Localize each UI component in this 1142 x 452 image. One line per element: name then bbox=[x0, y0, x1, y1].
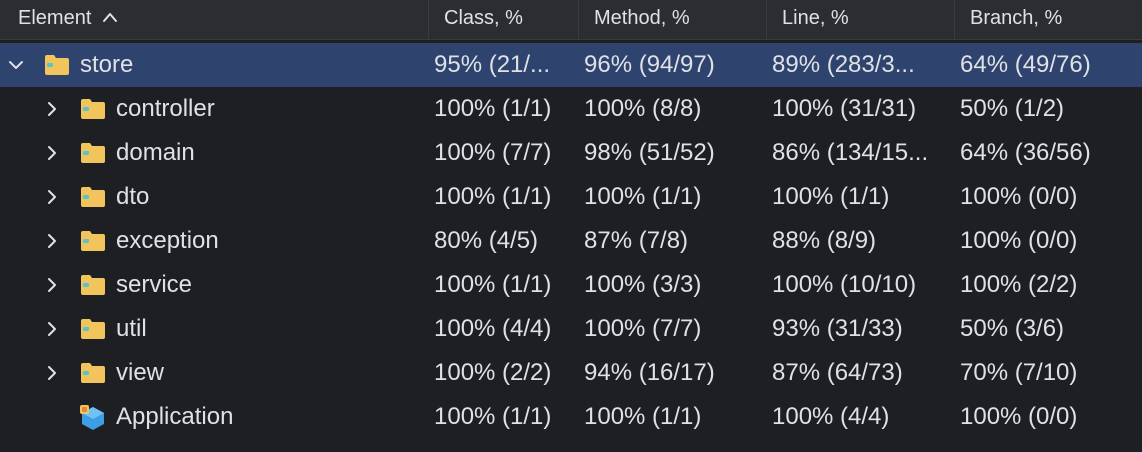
coverage-table: Element Class, % Method, % Line, % Branc… bbox=[0, 0, 1142, 452]
table-row[interactable]: view 100% (2/2) 94% (16/17) 87% (64/73) … bbox=[0, 351, 1142, 395]
line-coverage: 100% (1/1) bbox=[772, 183, 890, 210]
folder-icon bbox=[80, 229, 106, 253]
table-row[interactable]: exception 80% (4/5) 87% (7/8) 88% (8/9) … bbox=[0, 219, 1142, 263]
application-class-icon bbox=[80, 405, 106, 430]
row-name: util bbox=[116, 315, 147, 342]
branch-coverage: 64% (36/56) bbox=[960, 139, 1091, 166]
line-coverage: 88% (8/9) bbox=[772, 227, 877, 254]
chevron-right-icon[interactable] bbox=[42, 143, 62, 163]
class-coverage: 95% (21/... bbox=[434, 51, 551, 78]
folder-icon bbox=[80, 273, 106, 297]
folder-icon bbox=[80, 317, 106, 341]
line-coverage: 100% (31/31) bbox=[772, 95, 917, 122]
branch-coverage: 100% (0/0) bbox=[960, 227, 1078, 254]
row-name: view bbox=[116, 359, 165, 386]
row-name: controller bbox=[116, 95, 215, 122]
folder-icon bbox=[80, 97, 106, 121]
header-line[interactable]: Line, % bbox=[766, 0, 956, 40]
row-name: domain bbox=[116, 139, 195, 166]
method-coverage: 100% (3/3) bbox=[584, 271, 702, 298]
line-coverage: 93% (31/33) bbox=[772, 315, 903, 342]
class-coverage: 100% (1/1) bbox=[434, 403, 552, 430]
row-name: store bbox=[80, 51, 134, 78]
method-coverage: 100% (1/1) bbox=[584, 183, 702, 210]
chevron-right-icon[interactable] bbox=[42, 187, 62, 207]
method-coverage: 100% (8/8) bbox=[584, 95, 702, 122]
method-coverage: 87% (7/8) bbox=[584, 227, 689, 254]
folder-icon bbox=[44, 53, 70, 77]
header-branch-label: Branch, % bbox=[970, 7, 1063, 29]
line-coverage: 89% (283/3... bbox=[772, 51, 915, 78]
class-coverage: 100% (1/1) bbox=[434, 95, 552, 122]
table-header: Element Class, % Method, % Line, % Branc… bbox=[0, 0, 1142, 40]
table-row[interactable]: controller 100% (1/1) 100% (8/8) 100% (3… bbox=[0, 87, 1142, 131]
method-coverage: 98% (51/52) bbox=[584, 139, 715, 166]
chevron-up-icon[interactable] bbox=[101, 0, 119, 48]
class-coverage: 100% (1/1) bbox=[434, 271, 552, 298]
chevron-down-icon[interactable] bbox=[6, 55, 26, 75]
branch-coverage: 64% (49/76) bbox=[960, 51, 1091, 78]
header-class[interactable]: Class, % bbox=[428, 0, 580, 40]
class-coverage: 100% (4/4) bbox=[434, 315, 552, 342]
header-method-label: Method, % bbox=[594, 7, 690, 29]
branch-coverage: 100% (2/2) bbox=[960, 271, 1078, 298]
table-body: store 95% (21/... 96% (94/97) 89% (283/3… bbox=[0, 43, 1142, 439]
folder-icon bbox=[80, 141, 106, 165]
header-method[interactable]: Method, % bbox=[578, 0, 768, 40]
method-coverage: 94% (16/17) bbox=[584, 359, 715, 386]
chevron-right-icon[interactable] bbox=[42, 275, 62, 295]
header-branch[interactable]: Branch, % bbox=[954, 0, 1142, 40]
header-element-label: Element bbox=[18, 7, 92, 29]
method-coverage: 100% (7/7) bbox=[584, 315, 702, 342]
row-name: Application bbox=[116, 403, 234, 430]
row-name: dto bbox=[116, 183, 150, 210]
class-coverage: 100% (1/1) bbox=[434, 183, 552, 210]
folder-icon bbox=[80, 185, 106, 209]
table-row[interactable]: store 95% (21/... 96% (94/97) 89% (283/3… bbox=[0, 43, 1142, 87]
method-coverage: 100% (1/1) bbox=[584, 403, 702, 430]
table-row[interactable]: util 100% (4/4) 100% (7/7) 93% (31/33) 5… bbox=[0, 307, 1142, 351]
header-line-label: Line, % bbox=[782, 7, 849, 29]
chevron-right-icon[interactable] bbox=[42, 363, 62, 383]
method-coverage: 96% (94/97) bbox=[584, 51, 715, 78]
header-class-label: Class, % bbox=[444, 7, 523, 29]
row-name: exception bbox=[116, 227, 219, 254]
line-coverage: 86% (134/15... bbox=[772, 139, 929, 166]
branch-coverage: 70% (7/10) bbox=[960, 359, 1078, 386]
row-name: service bbox=[116, 271, 193, 298]
table-row[interactable]: service 100% (1/1) 100% (3/3) 100% (10/1… bbox=[0, 263, 1142, 307]
table-row[interactable]: dto 100% (1/1) 100% (1/1) 100% (1/1) 100… bbox=[0, 175, 1142, 219]
table-row[interactable]: domain 100% (7/7) 98% (51/52) 86% (134/1… bbox=[0, 131, 1142, 175]
line-coverage: 87% (64/73) bbox=[772, 359, 903, 386]
branch-coverage: 100% (0/0) bbox=[960, 183, 1078, 210]
branch-coverage: 50% (1/2) bbox=[960, 95, 1065, 122]
chevron-right-icon[interactable] bbox=[42, 99, 62, 119]
chevron-right-icon[interactable] bbox=[42, 319, 62, 339]
class-coverage: 100% (2/2) bbox=[434, 359, 552, 386]
class-coverage: 100% (7/7) bbox=[434, 139, 552, 166]
header-element[interactable]: Element bbox=[18, 0, 428, 40]
line-coverage: 100% (10/10) bbox=[772, 271, 917, 298]
branch-coverage: 100% (0/0) bbox=[960, 403, 1078, 430]
class-coverage: 80% (4/5) bbox=[434, 227, 539, 254]
chevron-right-icon[interactable] bbox=[42, 231, 62, 251]
folder-icon bbox=[80, 361, 106, 385]
table-row[interactable]: Application 100% (1/1) 100% (1/1) 100% (… bbox=[0, 395, 1142, 439]
line-coverage: 100% (4/4) bbox=[772, 403, 890, 430]
branch-coverage: 50% (3/6) bbox=[960, 315, 1065, 342]
